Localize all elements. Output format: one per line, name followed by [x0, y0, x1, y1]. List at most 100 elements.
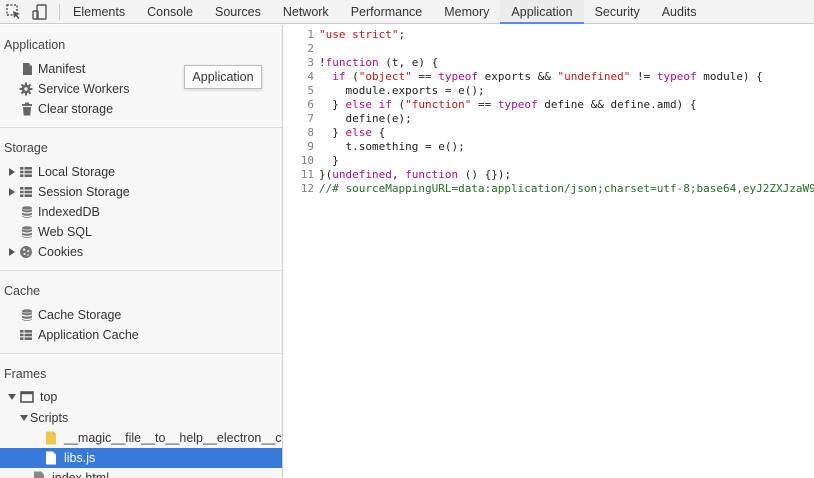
collapse-arrow-icon[interactable]	[20, 415, 28, 421]
tab-security[interactable]: Security	[584, 0, 651, 24]
code-token: t.something = e();	[319, 140, 465, 153]
tab-memory[interactable]: Memory	[433, 0, 500, 24]
sidebar-item-label: Manifest	[38, 62, 86, 76]
code-token: }	[319, 98, 346, 111]
code-token: "function"	[405, 98, 472, 111]
database-icon	[22, 226, 32, 238]
line-number: 12	[300, 182, 314, 195]
line-number: 6	[307, 98, 314, 111]
code-token: ;	[398, 28, 406, 41]
code-token: () {});	[458, 168, 512, 181]
tooltip: Application	[184, 65, 262, 89]
code-token: typeof	[497, 98, 538, 111]
sidebar-item-label: Application Cache	[38, 328, 139, 342]
line-number: 2	[307, 42, 314, 55]
line-number: 4	[307, 70, 314, 83]
application-sidebar: Application Manifest Service Workers Cle…	[0, 25, 283, 478]
code-token: if	[332, 70, 346, 83]
code-area[interactable]: "use strict"; !function (t, e) { if ("ob…	[319, 28, 814, 196]
sidebar-item-clear-storage[interactable]: Clear storage	[0, 99, 282, 119]
grid-icon	[20, 330, 32, 340]
code-token: (	[345, 70, 359, 83]
code-token: module) {	[696, 70, 763, 83]
sidebar-item-libs-js[interactable]: libs.js	[0, 448, 282, 468]
sidebar-item-label: Session Storage	[38, 185, 130, 199]
section-divider	[0, 270, 282, 271]
tab-console[interactable]: Console	[136, 0, 204, 24]
sidebar-item-frame-top[interactable]: top	[0, 387, 282, 407]
code-line: } else if ("function" == typeof define &…	[319, 98, 814, 112]
sidebar-item-application-cache[interactable]: Application Cache	[0, 325, 282, 345]
sidebar-item-indexeddb[interactable]: IndexedDB	[0, 202, 282, 222]
sidebar-item-web-sql[interactable]: Web SQL	[0, 222, 282, 242]
section-divider	[0, 353, 282, 354]
code-token: define(e);	[319, 112, 412, 125]
sidebar-item-label: Cache Storage	[38, 308, 122, 322]
grid-icon	[20, 187, 32, 197]
devtools-toolbar: Elements Console Sources Network Performance…	[0, 0, 814, 24]
section-divider	[0, 127, 282, 128]
sidebar-item-label: __magic__file__to__help__electron__compi	[64, 431, 282, 445]
panel-tabs: Elements Console Sources Network Performance…	[62, 0, 707, 24]
code-line: t.something = e();	[319, 140, 814, 154]
code-token: !	[319, 56, 326, 69]
gear-icon	[19, 82, 33, 96]
source-editor[interactable]: 1 2 3 4 5 6 7 8 9 10 11 12 "use strict"; !function …	[284, 25, 814, 478]
sidebar-item-script-file[interactable]: __magic__file__to__help__electron__compi	[0, 428, 282, 448]
sidebar-item-label: Service Workers	[38, 82, 130, 96]
database-icon	[22, 206, 32, 218]
sidebar-item-session-storage[interactable]: Session Storage	[0, 182, 282, 202]
section-title-application: Application	[4, 38, 66, 52]
sidebar-item-index-html[interactable]: index.html	[0, 468, 282, 478]
code-token: (	[391, 98, 406, 111]
tab-sources[interactable]: Sources	[204, 0, 272, 24]
script-file-icon	[46, 451, 56, 465]
code-token: "use strict"	[319, 28, 399, 41]
code-token: else	[345, 126, 373, 139]
line-number-gutter: 1 2 3 4 5 6 7 8 9 10 11 12	[284, 28, 314, 196]
sidebar-item-local-storage[interactable]: Local Storage	[0, 162, 282, 182]
expand-arrow-icon[interactable]	[9, 188, 15, 196]
code-line: }(undefined, function () {});	[319, 168, 814, 182]
cookie-icon	[20, 246, 32, 258]
sidebar-item-label: index.html	[52, 471, 109, 478]
code-token: typeof	[438, 70, 478, 83]
line-number: 11	[300, 168, 314, 181]
line-number: 9	[307, 140, 314, 153]
code-line: module.exports = e();	[319, 84, 814, 98]
code-line: !function (t, e) {	[319, 56, 814, 70]
code-token: ==	[411, 70, 439, 83]
expand-arrow-icon[interactable]	[9, 248, 15, 256]
document-icon	[23, 63, 32, 75]
toolbar-divider	[59, 4, 60, 20]
tab-audits[interactable]: Audits	[651, 0, 708, 24]
code-token: define && define.amd) {	[537, 98, 697, 111]
collapse-arrow-icon[interactable]	[8, 394, 16, 400]
sidebar-item-cookies[interactable]: Cookies	[0, 242, 282, 262]
tab-application[interactable]: Application	[500, 0, 584, 24]
sidebar-item-cache-storage[interactable]: Cache Storage	[0, 305, 282, 325]
code-token: ,	[391, 168, 406, 181]
code-token: ==	[471, 98, 498, 111]
expand-arrow-icon[interactable]	[9, 168, 15, 176]
code-line: }	[319, 154, 814, 168]
tab-network[interactable]: Network	[272, 0, 340, 24]
database-icon	[22, 309, 32, 321]
device-toolbar-icon[interactable]	[31, 3, 49, 21]
line-number: 10	[300, 154, 314, 167]
code-token: !=	[630, 70, 657, 83]
line-number: 3	[307, 56, 314, 69]
tab-performance[interactable]: Performance	[340, 0, 434, 24]
tab-elements[interactable]: Elements	[62, 0, 136, 24]
section-title-storage: Storage	[4, 141, 48, 155]
sidebar-item-label: libs.js	[64, 451, 96, 465]
script-file-icon	[46, 431, 56, 445]
code-line: define(e);	[319, 112, 814, 126]
inspect-element-icon[interactable]	[5, 3, 23, 21]
section-title-cache: Cache	[4, 284, 41, 298]
code-token: }(	[319, 168, 333, 181]
sidebar-item-scripts[interactable]: Scripts	[0, 408, 282, 428]
code-line: if ("object" == typeof exports && "undef…	[319, 70, 814, 84]
